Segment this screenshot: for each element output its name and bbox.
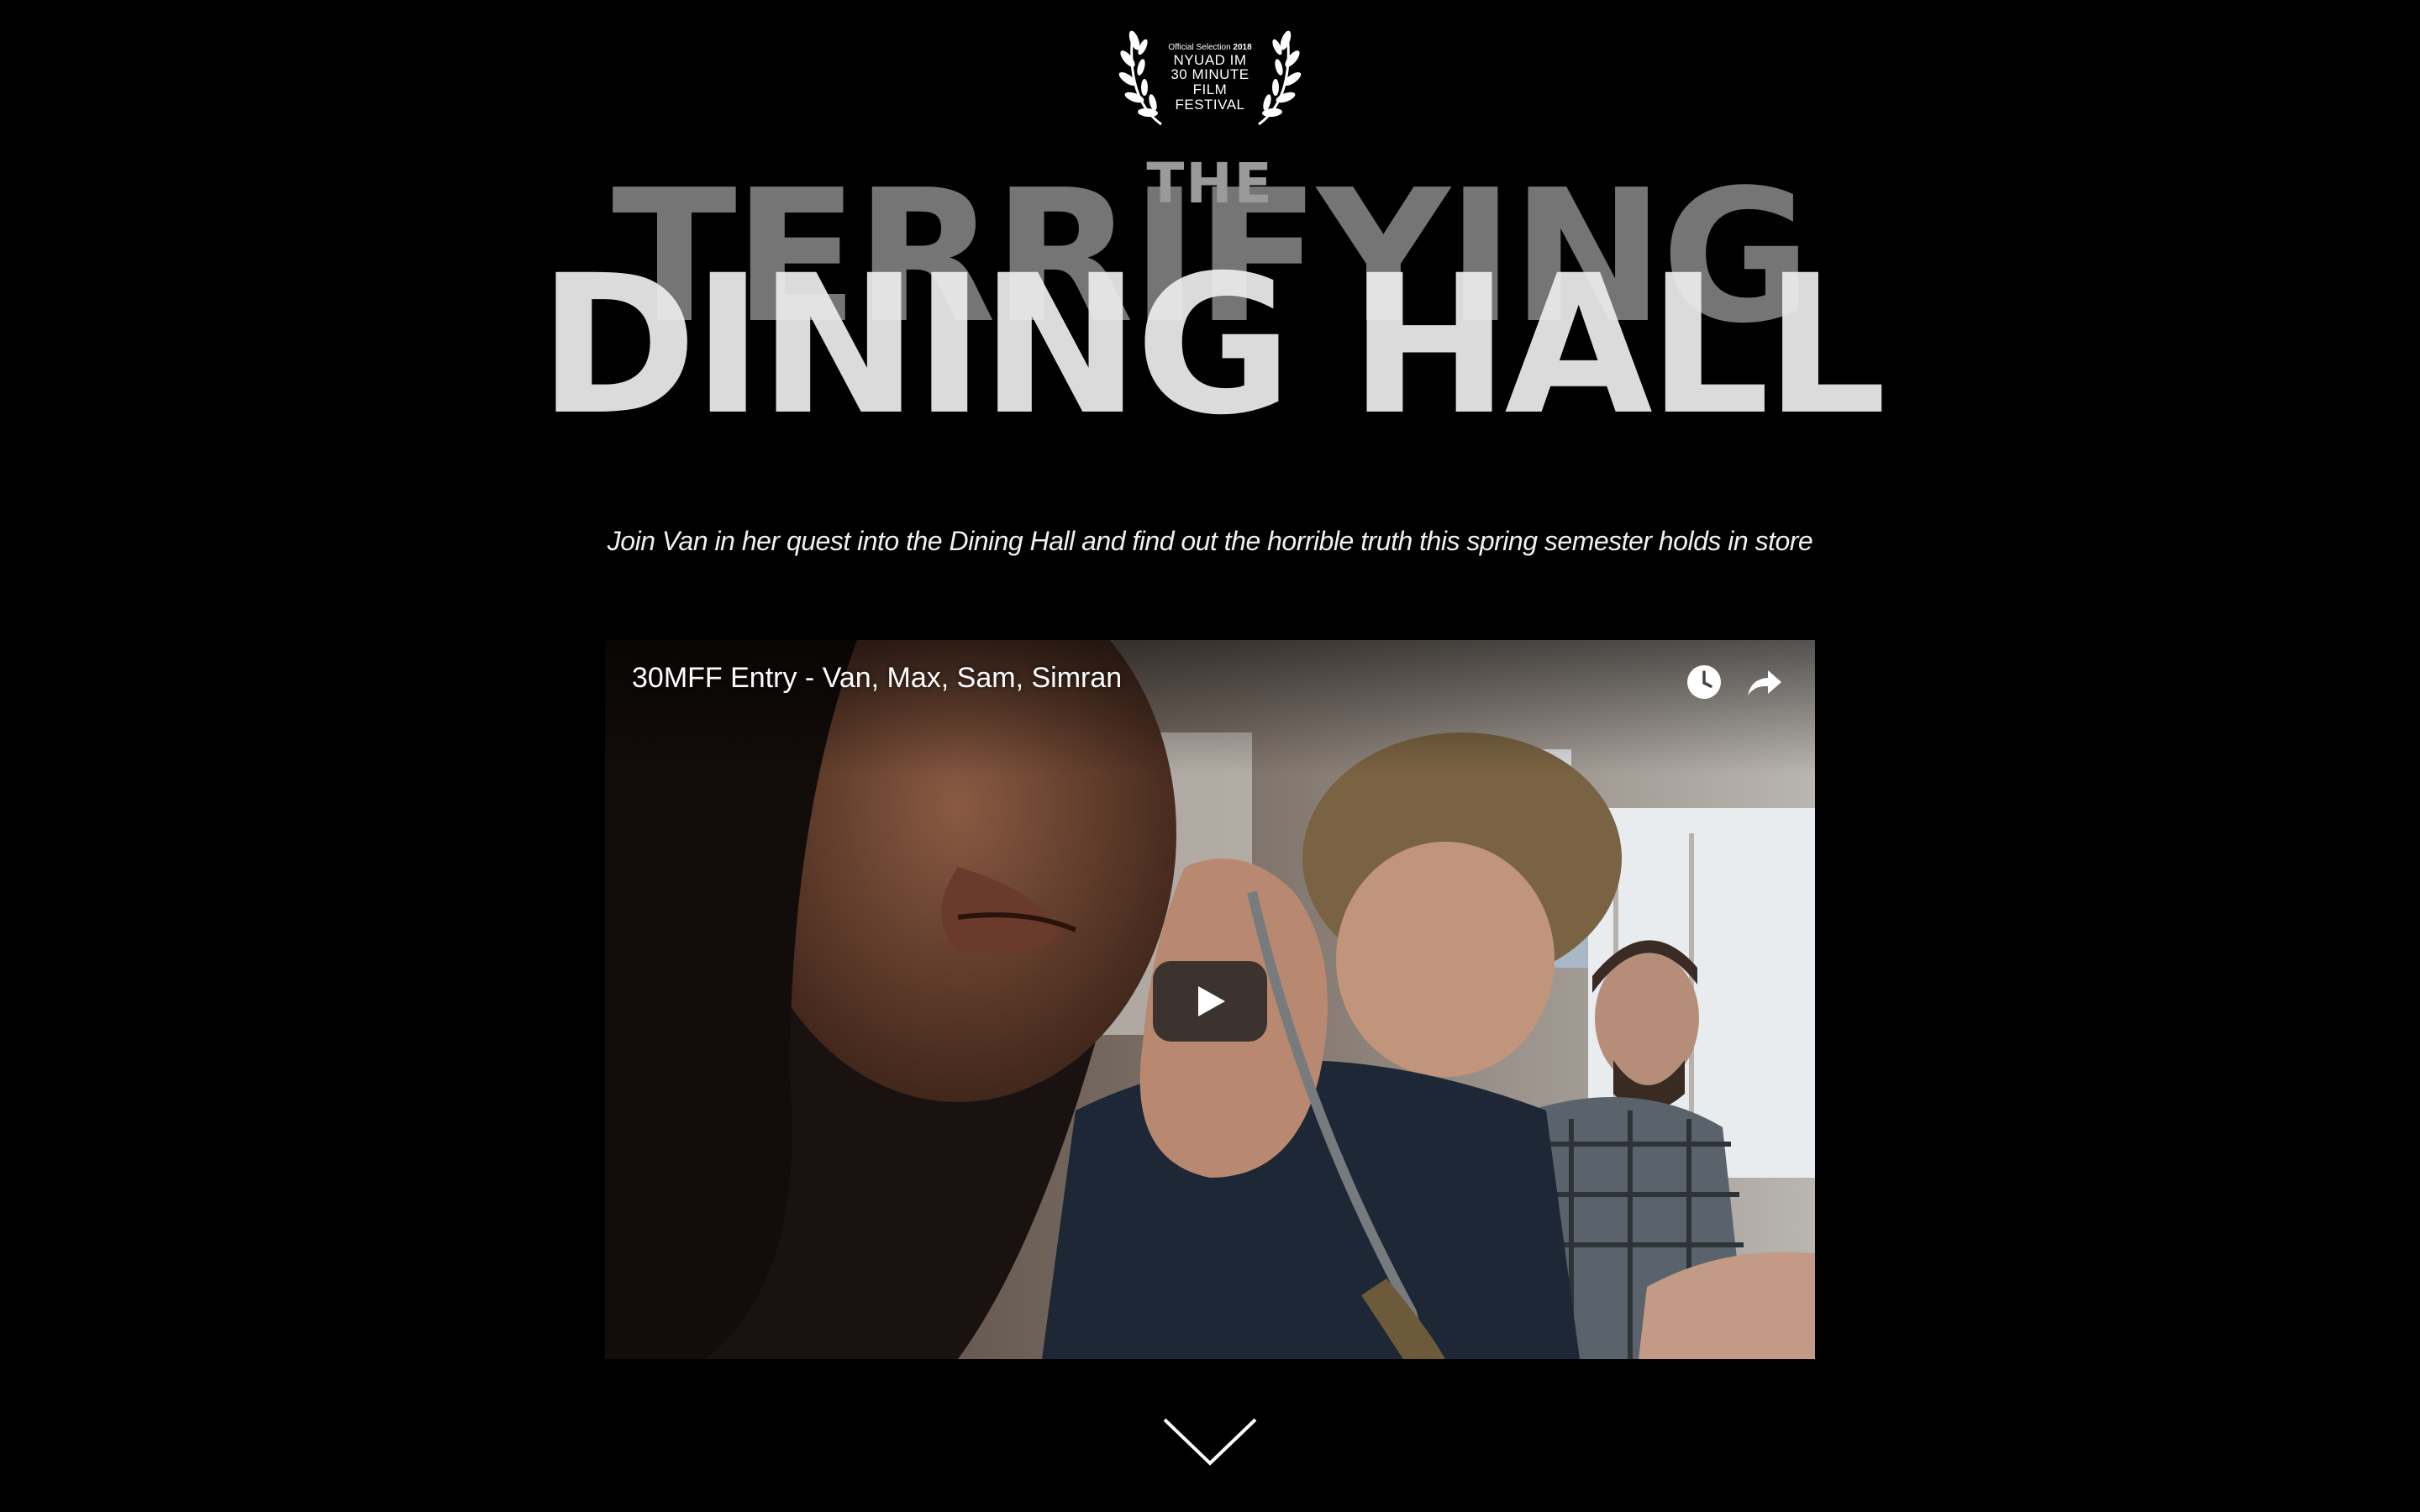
play-button[interactable]	[1153, 961, 1267, 1042]
festival-line-1: NYUAD IM	[1173, 51, 1247, 68]
festival-line-2: 30 MINUTE	[1171, 66, 1249, 83]
festival-official-selection: Official Selection 2018	[1168, 43, 1252, 52]
clock-icon	[1687, 665, 1721, 699]
watch-later-button[interactable]	[1682, 660, 1726, 704]
scroll-down-button[interactable]	[1161, 1415, 1259, 1468]
title-the: THE	[1146, 151, 1274, 216]
chevron-down-icon	[1163, 1418, 1257, 1466]
play-icon	[1198, 986, 1225, 1016]
festival-line-3: FILM FESTIVAL	[1175, 81, 1245, 113]
page: Official Selection 2018 NYUAD IM 30 MINU…	[0, 0, 2420, 1512]
tagline: Join Van in her quest into the Dining Ha…	[607, 526, 1813, 556]
title-dining-hall: DINING HALL	[538, 234, 1887, 457]
share-button[interactable]	[1743, 660, 1786, 704]
festival-laurel: Official Selection 2018 NYUAD IM 30 MINU…	[1109, 15, 1311, 133]
video-title[interactable]: 30MFF Entry - Van, Max, Sam, Simran	[632, 662, 1122, 695]
festival-text: Official Selection 2018 NYUAD IM 30 MINU…	[1160, 43, 1260, 113]
film-title: TERRIFYING THE DINING HALL	[0, 134, 2420, 457]
video-player[interactable]: 30MFF Entry - Van, Max, Sam, Simran	[605, 640, 1815, 1359]
share-arrow-icon	[1748, 670, 1781, 696]
